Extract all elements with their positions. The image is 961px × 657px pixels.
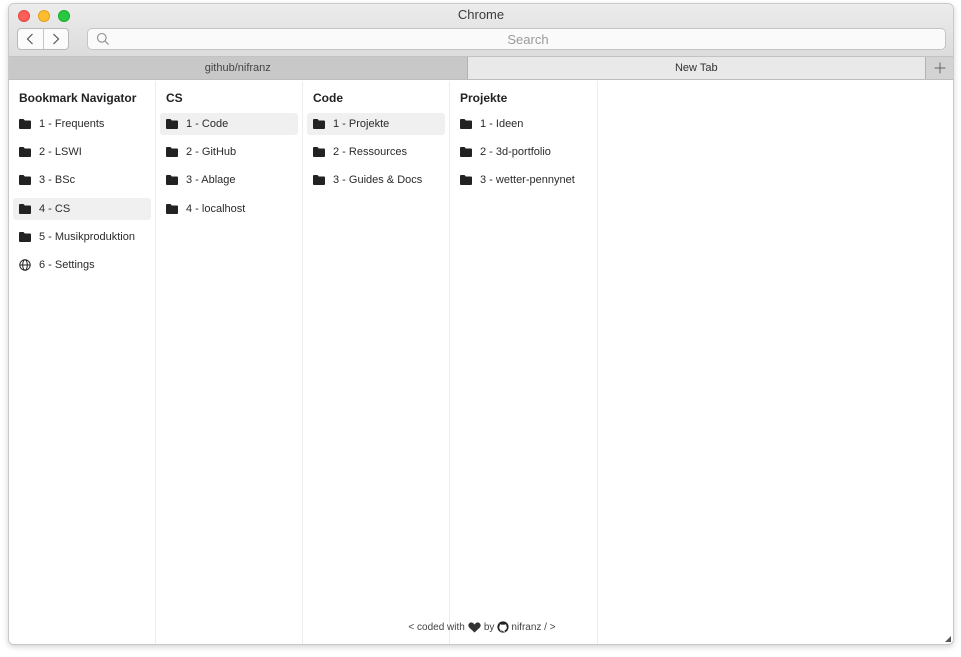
item-label: 4 - CS [39, 202, 71, 215]
bookmark-folder-localhost[interactable]: 4 - localhost [160, 198, 298, 220]
column-title: Projekte [460, 91, 508, 105]
item-label: 3 - Guides & Docs [333, 174, 423, 187]
tab-bar: github/nifranz New Tab [9, 57, 953, 80]
plus-icon [934, 62, 946, 74]
bookmark-folder-ideen[interactable]: 1 - Ideen [454, 113, 593, 135]
folder-icon [460, 147, 473, 158]
bookmark-folder-bsc[interactable]: 3 - BSc [13, 169, 151, 191]
item-label: 2 - 3d-portfolio [480, 146, 551, 159]
item-label: 2 - Ressources [333, 146, 407, 159]
bookmark-settings[interactable]: 6 - Settings [13, 254, 151, 276]
resize-handle-icon[interactable] [945, 636, 951, 642]
footer-prefix: < coded with [408, 621, 465, 633]
footer-author-link[interactable]: nifranz / > [497, 621, 556, 633]
item-label: 5 - Musikproduktion [39, 230, 135, 243]
nav-buttons [17, 28, 69, 50]
title-bar: Chrome [9, 4, 953, 57]
footer-by: by [483, 621, 495, 633]
folder-icon [19, 147, 32, 158]
footer-author: nifranz / > [511, 621, 556, 633]
search-bar [87, 28, 946, 50]
search-input[interactable] [114, 29, 942, 49]
tab-github-nifranz[interactable]: github/nifranz [9, 57, 468, 79]
bookmark-folder-wetter-pennynet[interactable]: 3 - wetter-pennynet [454, 169, 593, 191]
item-label: 2 - GitHub [186, 146, 237, 159]
column-title: CS [166, 91, 183, 105]
folder-icon [19, 119, 32, 130]
item-label: 2 - LSWI [39, 146, 82, 159]
bookmark-folder-frequents[interactable]: 1 - Frequents [13, 113, 151, 135]
item-label: 6 - Settings [39, 258, 95, 271]
footer-credit: < coded with by nifranz / > [9, 621, 953, 633]
column-title: Bookmark Navigator [19, 91, 137, 105]
folder-icon [313, 119, 326, 130]
browser-window: Chrome github/nifranz New Tab [8, 3, 954, 645]
window-title: Chrome [457, 7, 505, 22]
column-cs: CS 1 - Code 2 - GitHub 3 - Ablage 4 - lo… [156, 81, 303, 644]
folder-icon [166, 175, 179, 186]
column-code: Code 1 - Projekte 2 - Ressources 3 - Gui… [303, 81, 450, 644]
search-icon [96, 32, 109, 45]
column-title: Code [313, 91, 343, 105]
folder-icon [166, 147, 179, 158]
bookmark-folder-lswi[interactable]: 2 - LSWI [13, 141, 151, 163]
folder-icon [19, 203, 32, 214]
column-bookmark-navigator: Bookmark Navigator 1 - Frequents 2 - LSW… [9, 81, 156, 644]
bookmark-folder-ressources[interactable]: 2 - Ressources [307, 141, 445, 163]
github-icon [497, 621, 509, 633]
bookmark-navigator-page: Bookmark Navigator 1 - Frequents 2 - LSW… [9, 81, 953, 644]
item-label: 1 - Projekte [333, 118, 390, 130]
forward-button[interactable] [42, 29, 68, 49]
bookmark-folder-ablage[interactable]: 3 - Ablage [160, 169, 298, 191]
bookmark-folder-github[interactable]: 2 - GitHub [160, 141, 298, 163]
folder-icon [460, 119, 473, 130]
bookmark-folder-guides-docs[interactable]: 3 - Guides & Docs [307, 169, 445, 191]
bookmark-folder-code[interactable]: 1 - Code [160, 113, 298, 135]
folder-icon [460, 175, 473, 186]
globe-icon [19, 259, 32, 271]
heart-icon [468, 621, 481, 632]
bookmark-folder-projekte[interactable]: 1 - Projekte [307, 113, 445, 135]
item-label: 3 - BSc [39, 174, 76, 187]
item-label: 1 - Ideen [480, 118, 524, 130]
item-label: 1 - Frequents [39, 118, 105, 130]
folder-icon [166, 203, 179, 214]
tab-new-tab[interactable]: New Tab [467, 57, 926, 79]
bookmark-folder-musikproduktion[interactable]: 5 - Musikproduktion [13, 226, 151, 248]
bookmark-folder-cs[interactable]: 4 - CS [13, 197, 151, 220]
folder-icon [313, 147, 326, 158]
bookmark-folder-3d-portfolio[interactable]: 2 - 3d-portfolio [454, 141, 593, 163]
new-tab-button[interactable] [925, 57, 953, 79]
item-label: 3 - wetter-pennynet [480, 174, 575, 187]
folder-icon [19, 175, 32, 186]
folder-icon [19, 231, 32, 242]
item-label: 4 - localhost [186, 202, 246, 215]
chevron-right-icon [53, 33, 60, 45]
chevron-left-icon [27, 33, 34, 45]
folder-icon [313, 175, 326, 186]
column-projekte: Projekte 1 - Ideen 2 - 3d-portfolio 3 - … [450, 81, 598, 644]
folder-icon [166, 119, 179, 130]
item-label: 1 - Code [186, 118, 229, 130]
item-label: 3 - Ablage [186, 174, 236, 187]
back-button[interactable] [18, 29, 43, 49]
